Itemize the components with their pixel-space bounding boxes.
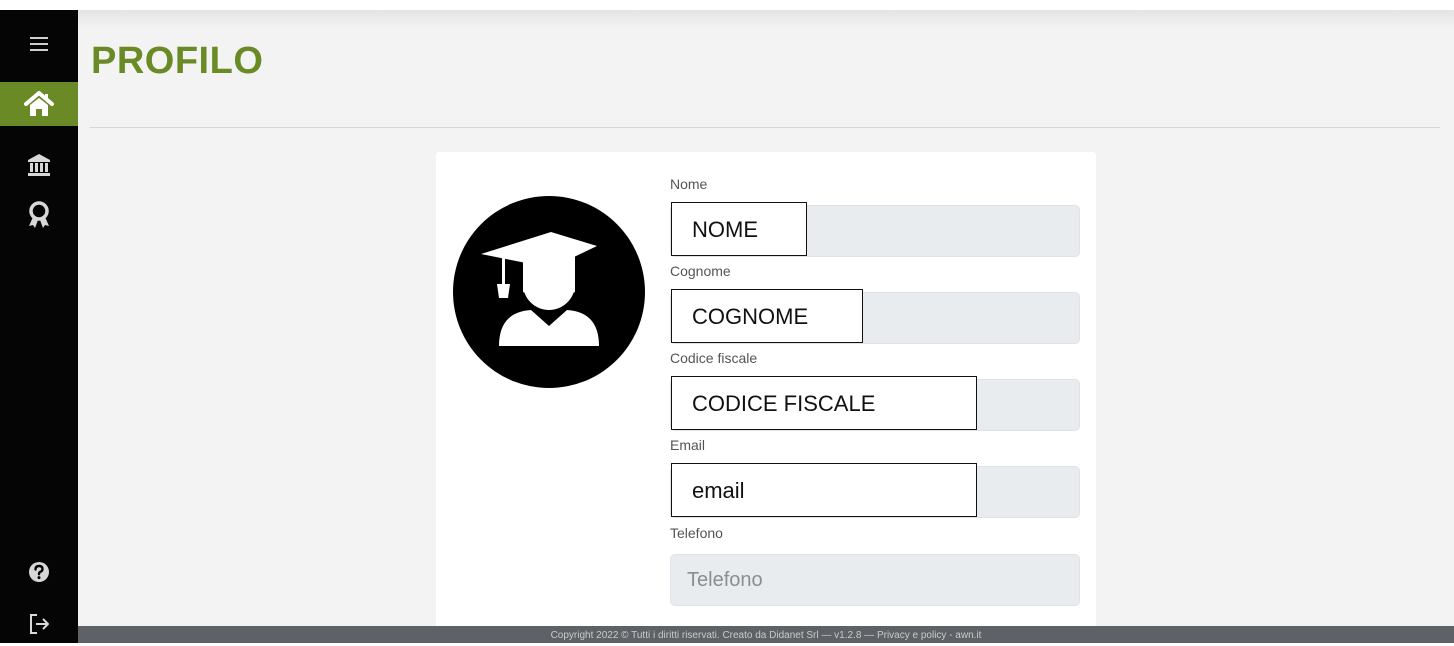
telefono-placeholder: Telefono <box>687 569 763 591</box>
field-label-nome: Nome <box>670 176 708 192</box>
sidebar-item-institution[interactable] <box>0 143 78 187</box>
cognome-value: COGNOME <box>671 289 863 343</box>
graduate-avatar-icon <box>453 196 645 388</box>
award-icon <box>29 201 49 228</box>
email-field[interactable]: email <box>670 463 1080 518</box>
title-divider <box>90 127 1440 128</box>
profile-card: Nome NOME Cognome COGNOME Codice fiscale… <box>436 152 1096 632</box>
field-label-cognome: Cognome <box>670 263 731 279</box>
logout-icon <box>30 614 49 634</box>
top-shade <box>78 10 1454 30</box>
email-value: email <box>671 463 977 517</box>
cognome-field[interactable]: COGNOME <box>670 289 1080 344</box>
institution-icon <box>28 154 50 176</box>
sidebar-item-awards[interactable] <box>0 193 78 237</box>
menu-button[interactable] <box>0 22 78 66</box>
nome-field[interactable]: NOME <box>670 202 1080 257</box>
help-icon <box>29 562 49 582</box>
field-label-codice-fiscale: Codice fiscale <box>670 350 758 366</box>
sidebar-item-home[interactable] <box>0 82 78 126</box>
home-icon <box>24 91 54 116</box>
page-title: PROFILO <box>91 40 264 82</box>
field-label-telefono: Telefono <box>670 525 723 541</box>
telefono-field[interactable]: Telefono <box>670 554 1080 606</box>
nome-value: NOME <box>671 202 807 256</box>
hamburger-menu-icon <box>30 37 48 51</box>
main-content: PROFILO Nome NOME Cognome COGNOME Codice… <box>78 10 1454 643</box>
help-button[interactable] <box>0 550 78 594</box>
field-label-email: Email <box>670 437 706 453</box>
codice-fiscale-value: CODICE FISCALE <box>671 376 977 430</box>
logout-button[interactable] <box>0 602 78 646</box>
codice-fiscale-field[interactable]: CODICE FISCALE <box>670 376 1080 431</box>
sidebar <box>0 10 78 643</box>
footer: Copyright 2022 © Tutti i diritti riserva… <box>78 626 1454 643</box>
